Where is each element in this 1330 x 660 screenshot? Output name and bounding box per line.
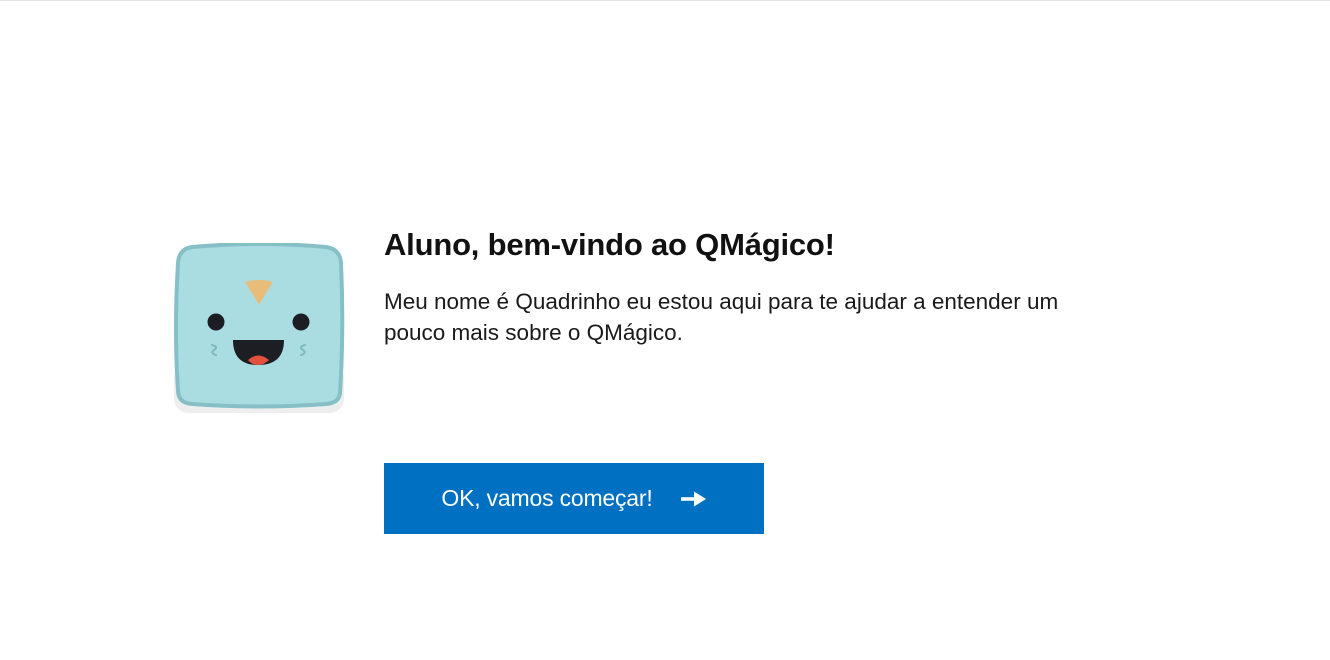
welcome-message: Meu nome é Quadrinho eu estou aqui para … [384,289,1059,345]
welcome-page: Aluno, bem-vindo ao QMágico! Meu nome é … [0,0,1330,660]
quadrinho-mascot-icon [172,243,346,417]
top-divider [0,0,1330,1]
arrow-right-icon [680,491,707,507]
welcome-content: Aluno, bem-vindo ao QMágico! Meu nome é … [384,226,1144,348]
start-button-label: OK, vamos começar! [441,485,653,511]
welcome-title: Aluno, bem-vindo ao QMágico! [384,227,835,262]
start-button[interactable]: OK, vamos começar! [384,463,764,534]
